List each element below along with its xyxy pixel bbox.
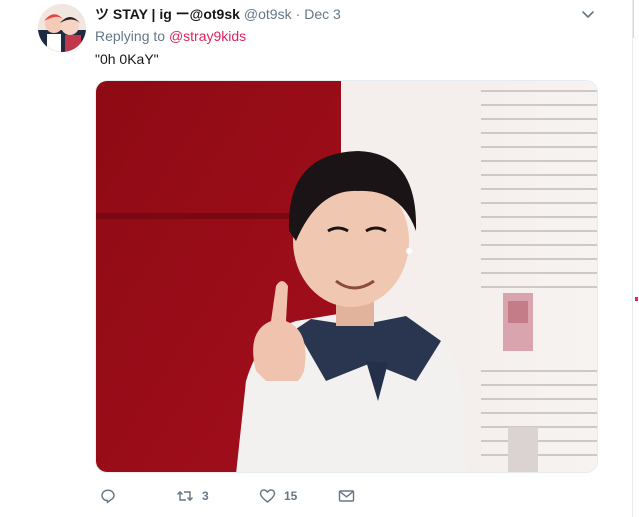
retweet-button[interactable]: 3 [176,486,209,506]
tweet-text: "0h 0KaY" [95,51,159,67]
direct-message-button[interactable] [338,486,355,506]
mention-link[interactable]: @stray9kids [169,28,246,44]
retweet-count: 3 [202,489,209,503]
accent-marker [635,297,638,301]
chevron-down-icon[interactable] [581,7,595,21]
tweet-actions: 3 15 [95,486,395,506]
scroll-divider [633,0,634,38]
tweet-media-photo[interactable] [95,80,598,473]
replying-to-label: Replying to [95,28,166,44]
reply-icon [101,489,115,504]
tweet-header: ツ STAY | ig ー@ot9sk @ot9sk · Dec 3 [95,5,341,23]
reply-button[interactable] [100,486,116,506]
display-name[interactable]: ツ STAY | ig ー@ot9sk [95,4,240,24]
envelope-icon [338,490,355,502]
tweet[interactable]: ツ STAY | ig ー@ot9sk @ot9sk · Dec 3 Reply… [0,0,632,517]
like-count: 15 [284,489,298,503]
avatar-image [38,4,86,52]
page-edge [632,0,639,517]
retweet-icon [176,491,194,501]
avatar[interactable] [38,4,86,52]
media-image [96,81,597,472]
tweet-timestamp[interactable]: Dec 3 [304,6,341,22]
heart-icon [259,489,276,503]
user-handle[interactable]: @ot9sk [244,6,292,22]
like-button[interactable]: 15 [259,486,297,506]
replying-to: Replying to @stray9kids [95,28,246,44]
separator-dot: · [295,6,301,22]
